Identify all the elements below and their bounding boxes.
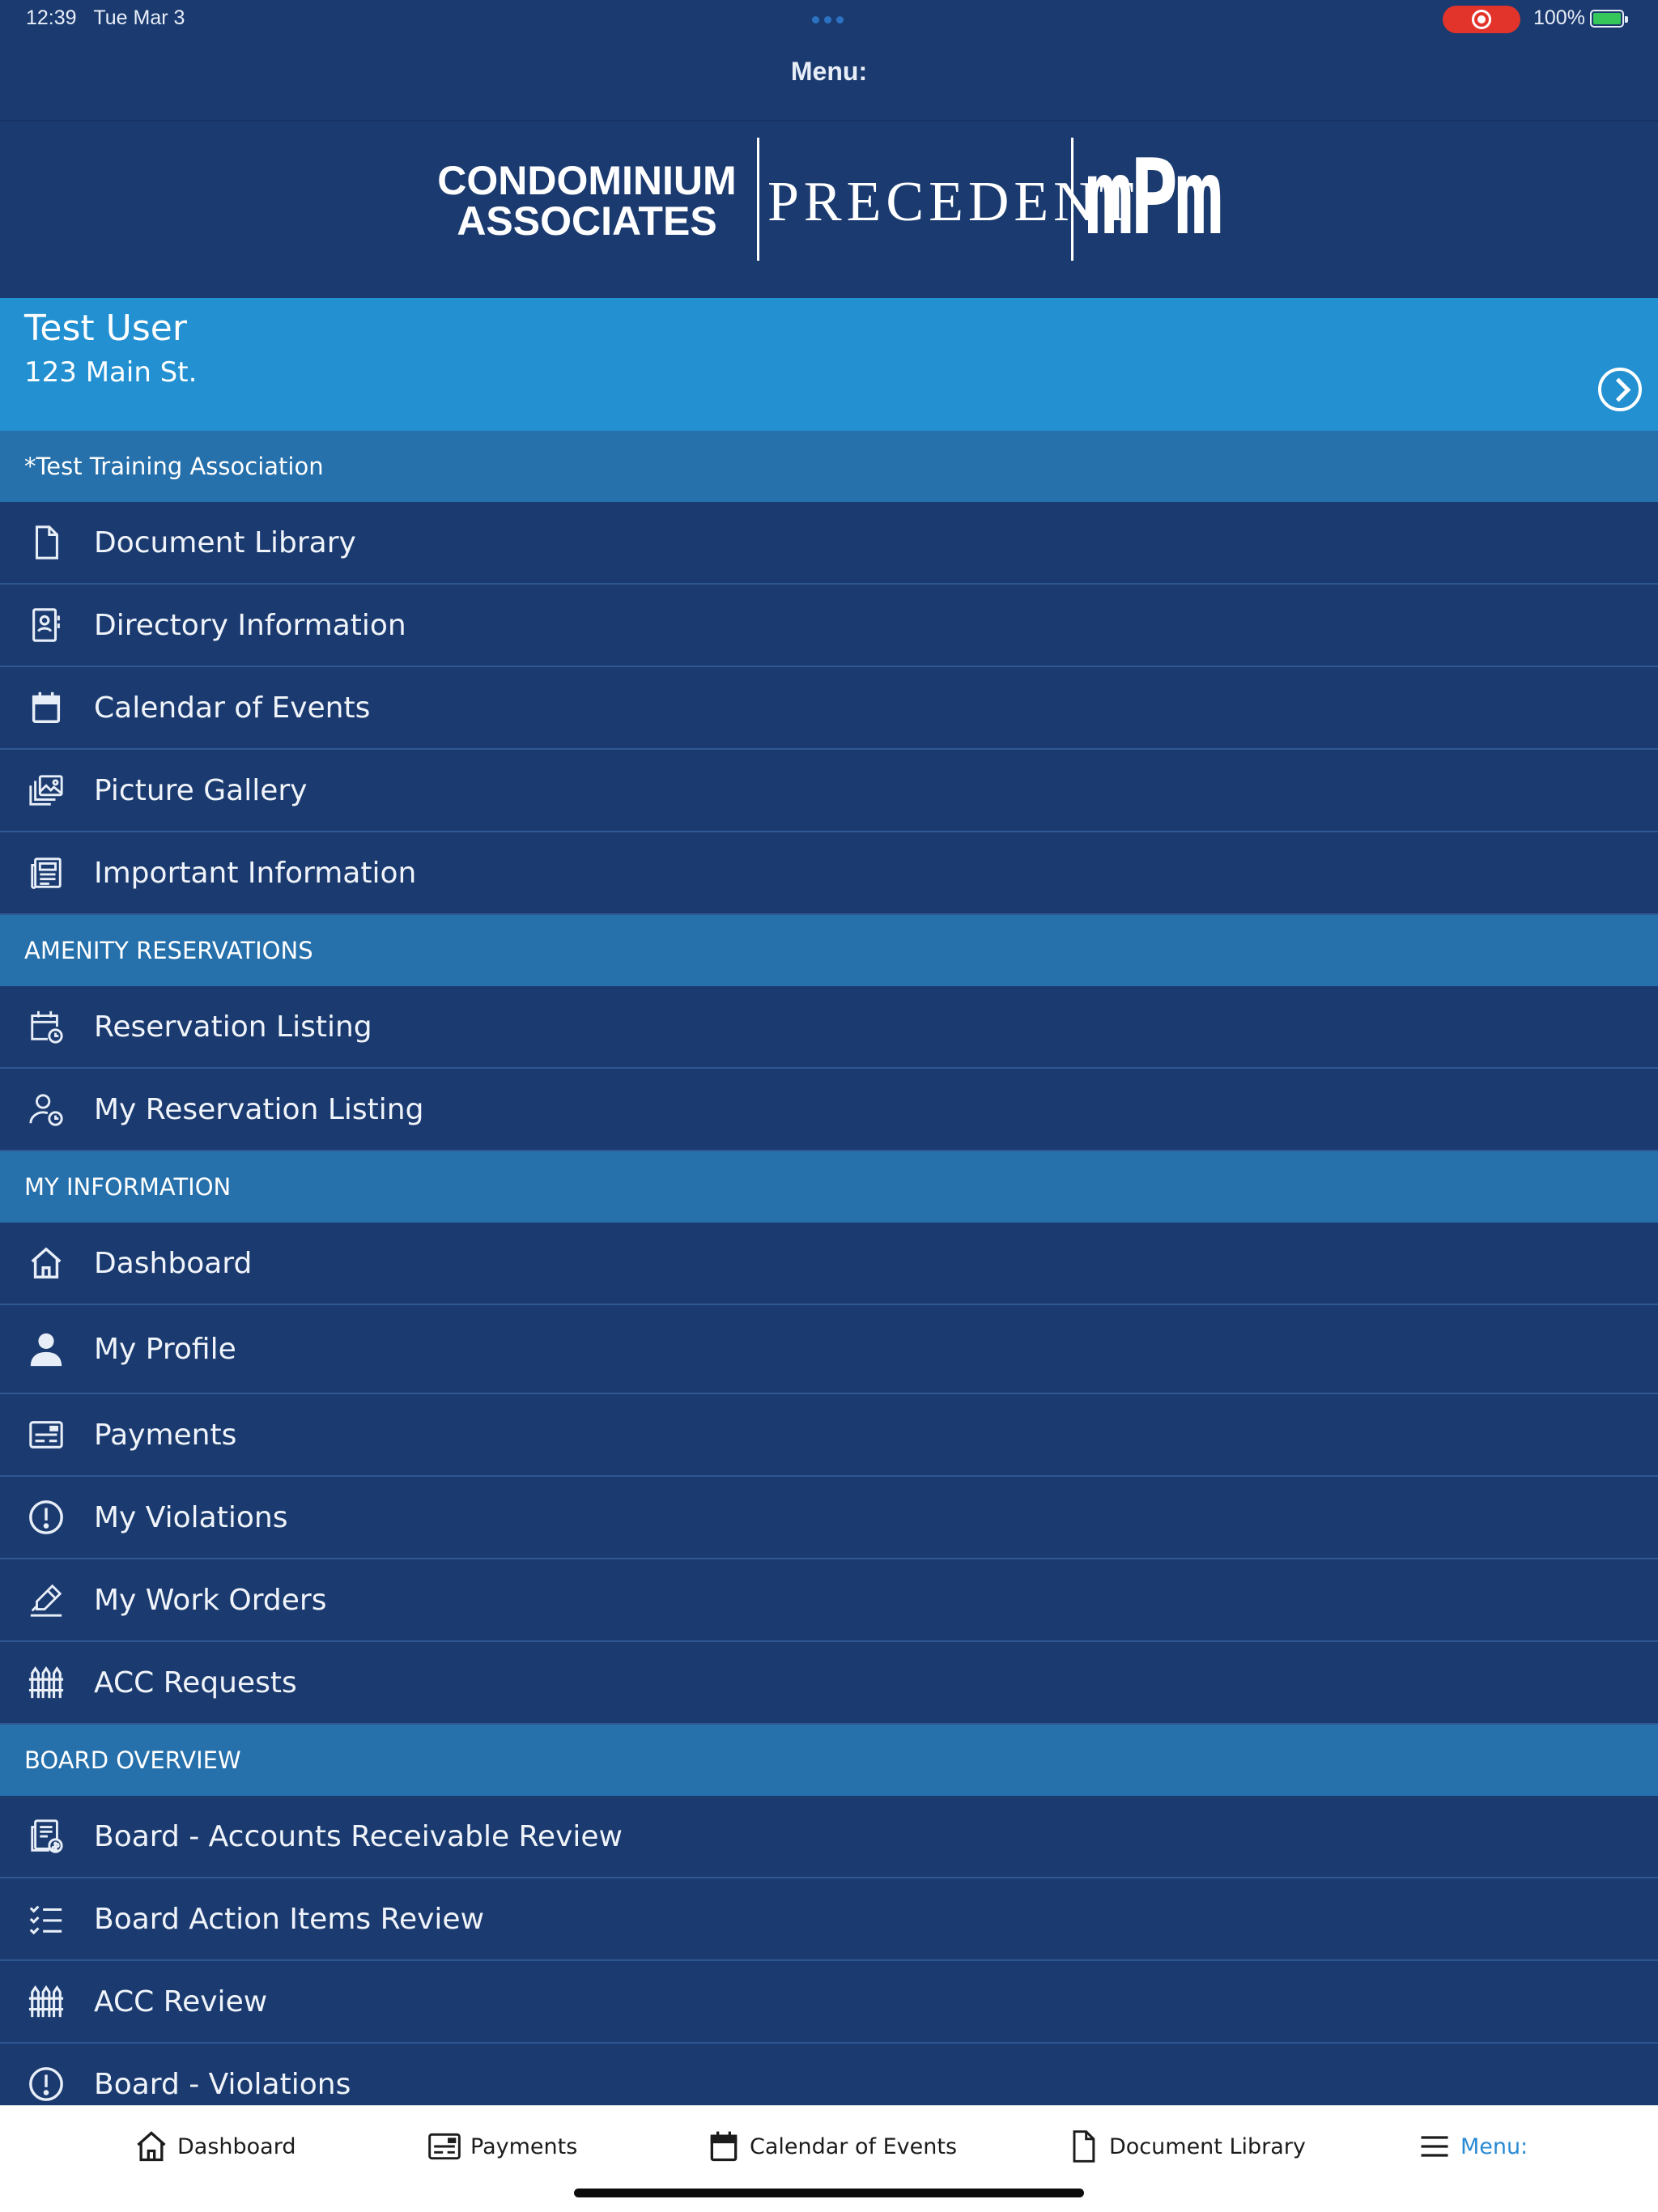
page-title: Menu: — [790, 57, 868, 86]
fence-icon — [24, 1980, 68, 2023]
tab-calendar-of-events[interactable]: Calendar of Events — [706, 2129, 957, 2164]
menu-item-my-work-orders[interactable]: My Work Orders — [0, 1559, 1658, 1642]
tab-label: Calendar of Events — [750, 2133, 958, 2159]
document-icon — [1073, 2130, 1095, 2163]
home-icon — [137, 2131, 166, 2162]
status-bar: 12:39 Tue Mar 3 100% — [0, 0, 1658, 39]
logo-condominium-associates: CONDOMINIUM ASSOCIATES — [437, 158, 737, 244]
logo-mpm: mPm — [1085, 138, 1223, 258]
menu-item-label: Reservation Listing — [94, 1010, 372, 1044]
document-icon — [24, 521, 68, 564]
menu-item-document-library[interactable]: Document Library — [0, 502, 1658, 585]
menu-item-label: ACC Requests — [94, 1665, 297, 1699]
menu-item-label: Document Library — [94, 525, 356, 559]
menu-item-directory-information[interactable]: Directory Information — [0, 585, 1658, 667]
battery-percent: 100% — [1533, 6, 1585, 29]
section-header-amenity-reservations: AMENITY RESERVATIONS — [0, 915, 1658, 986]
tab-label: Dashboard — [177, 2133, 296, 2159]
menu-item-label: Calendar of Events — [94, 691, 371, 725]
battery-charging-icon — [1590, 10, 1628, 28]
newspaper-icon — [24, 851, 68, 895]
tab-menu[interactable]: Menu: — [1417, 2129, 1528, 2164]
menu-item-label: Dashboard — [94, 1246, 253, 1280]
user-name: Test User — [24, 308, 187, 349]
home-indicator[interactable] — [574, 2189, 1084, 2197]
calendar-icon — [710, 2131, 738, 2162]
menu-item-picture-gallery[interactable]: Picture Gallery — [0, 750, 1658, 832]
menu-item-label: My Work Orders — [94, 1583, 327, 1617]
menu-list: *Test Training Association Document Libr… — [0, 431, 1658, 2126]
section-header-board-overview: BOARD OVERVIEW — [0, 1725, 1658, 1796]
contact-card-icon — [24, 603, 68, 647]
menu-item-my-profile[interactable]: My Profile — [0, 1305, 1658, 1394]
tab-label: Document Library — [1109, 2133, 1306, 2159]
multitasking-dots-icon[interactable] — [812, 16, 844, 23]
receivable-icon — [24, 1814, 68, 1858]
checklist-icon — [24, 1897, 68, 1941]
menu-item-board-action-items-review[interactable]: Board Action Items Review — [0, 1878, 1658, 1961]
user-clock-icon — [24, 1087, 68, 1131]
menu-item-label: Board - Violations — [94, 2067, 351, 2101]
menu-item-label: Payments — [94, 1418, 237, 1452]
menu-item-dashboard[interactable]: Dashboard — [0, 1223, 1658, 1305]
menu-item-label: ACC Review — [94, 1984, 268, 2018]
tab-document-library[interactable]: Document Library — [1065, 2129, 1306, 2164]
logo-divider — [757, 138, 759, 261]
menu-item-payments[interactable]: Payments — [0, 1394, 1658, 1477]
tab-label: Payments — [470, 2133, 578, 2159]
logo-divider — [1071, 138, 1073, 261]
menu-item-calendar-of-events[interactable]: Calendar of Events — [0, 667, 1658, 750]
calendar-icon — [24, 686, 68, 730]
menu-item-my-reservation-listing[interactable]: My Reservation Listing — [0, 1069, 1658, 1151]
status-date: Tue Mar 3 — [93, 6, 185, 29]
payment-card-icon — [428, 2133, 461, 2160]
hamburger-icon — [1421, 2136, 1448, 2157]
status-time: 12:39 Tue Mar 3 — [26, 6, 185, 29]
calendar-clock-icon — [24, 1005, 68, 1049]
home-icon — [24, 1241, 68, 1285]
menu-item-my-violations[interactable]: My Violations — [0, 1477, 1658, 1559]
user-icon — [24, 1327, 68, 1371]
alert-circle-icon — [24, 2062, 68, 2106]
user-card[interactable]: Test User 123 Main St. — [0, 298, 1658, 431]
screen-recording-icon[interactable] — [1443, 6, 1520, 33]
chevron-right-circle-icon[interactable] — [1598, 368, 1642, 411]
menu-item-label: Board - Accounts Receivable Review — [94, 1819, 623, 1853]
menu-item-label: My Reservation Listing — [94, 1092, 424, 1126]
menu-item-label: My Profile — [94, 1332, 236, 1366]
brand-logo: CONDOMINIUM ASSOCIATES PRECEDENT mPm — [0, 121, 1658, 298]
section-header-my-information: MY INFORMATION — [0, 1151, 1658, 1223]
menu-item-label: Directory Information — [94, 608, 406, 642]
user-address: 123 Main St. — [24, 356, 198, 389]
menu-item-acc-review[interactable]: ACC Review — [0, 1961, 1658, 2044]
section-header-association: *Test Training Association — [0, 431, 1658, 502]
menu-item-label: Important Information — [94, 856, 417, 890]
fence-icon — [24, 1661, 68, 1704]
menu-item-board-accounts-receivable-review[interactable]: Board - Accounts Receivable Review — [0, 1796, 1658, 1878]
tab-dashboard[interactable]: Dashboard — [134, 2129, 295, 2164]
menu-item-reservation-listing[interactable]: Reservation Listing — [0, 986, 1658, 1069]
menu-item-acc-requests[interactable]: ACC Requests — [0, 1642, 1658, 1725]
gallery-icon — [24, 768, 68, 812]
menu-item-label: My Violations — [94, 1500, 288, 1534]
alert-circle-icon — [24, 1495, 68, 1539]
menu-item-important-information[interactable]: Important Information — [0, 832, 1658, 915]
tab-label: Menu: — [1460, 2133, 1528, 2159]
edit-pen-icon — [24, 1578, 68, 1622]
menu-item-label: Board Action Items Review — [94, 1902, 485, 1936]
menu-item-label: Picture Gallery — [94, 773, 308, 807]
tab-payments[interactable]: Payments — [427, 2129, 577, 2164]
payment-card-icon — [24, 1413, 68, 1457]
logo-precedent: PRECEDENT — [767, 171, 1139, 233]
